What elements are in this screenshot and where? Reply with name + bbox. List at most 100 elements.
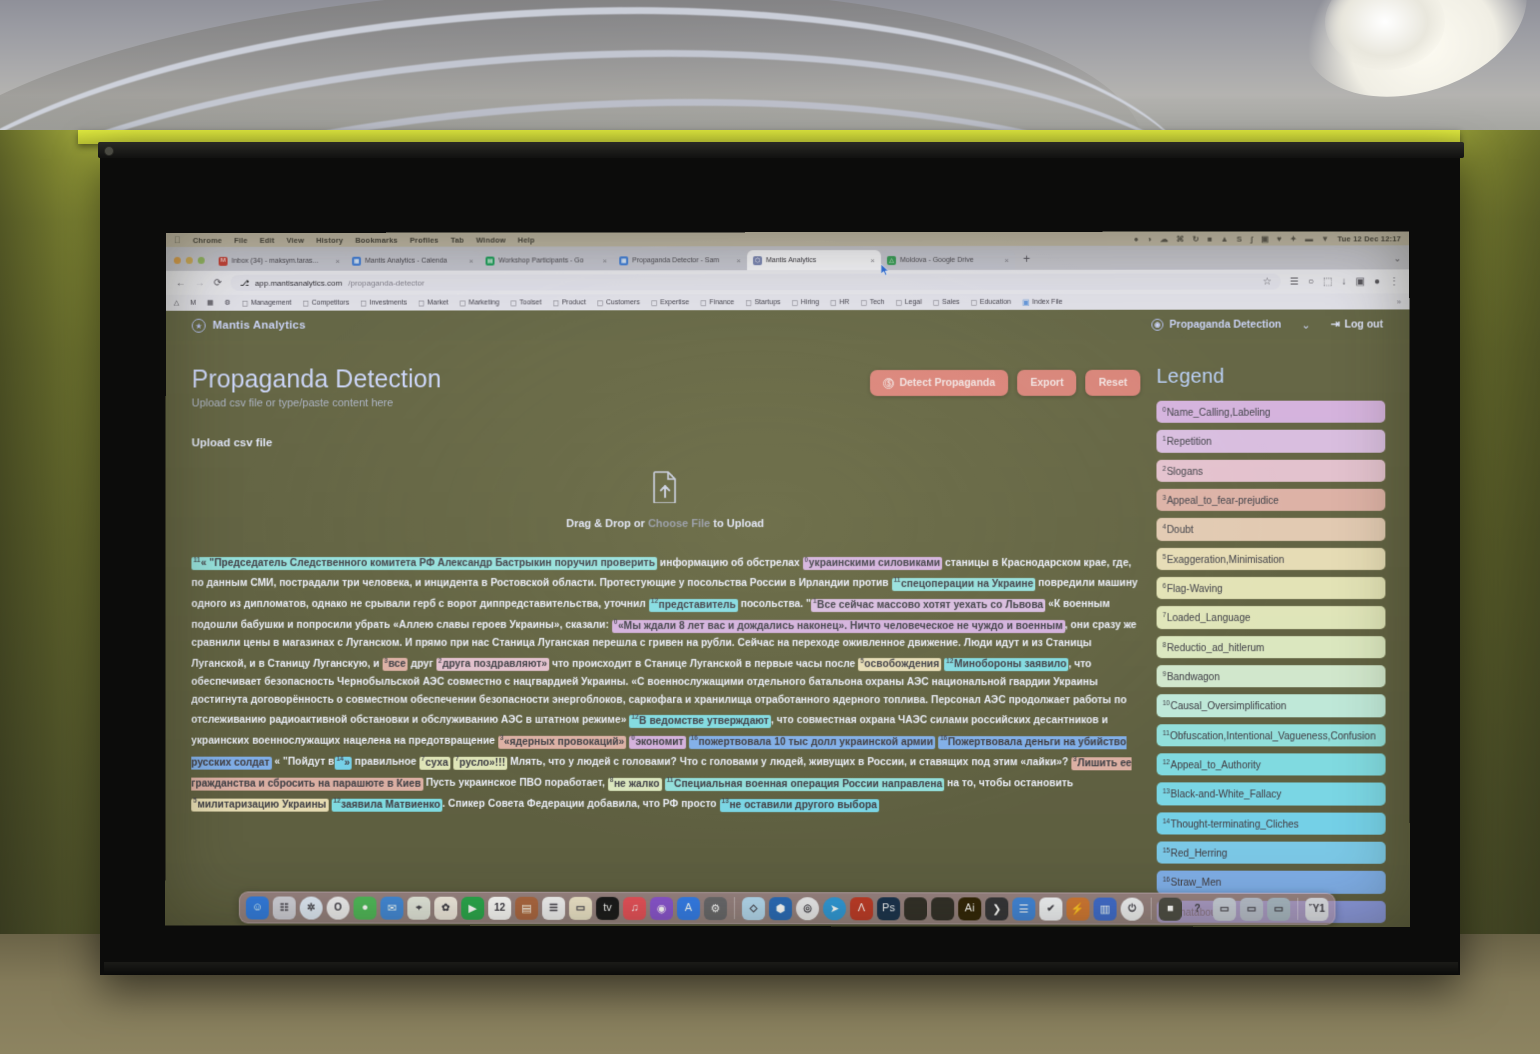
- dictionary-icon[interactable]: ▥: [1093, 897, 1117, 921]
- logout-button[interactable]: ⇥ Log out: [1331, 318, 1384, 330]
- mail-icon[interactable]: ✉: [380, 896, 404, 920]
- bookmark-tech[interactable]: ◻ Tech: [860, 298, 884, 307]
- export-button[interactable]: Export: [1017, 369, 1077, 396]
- detect-propaganda-button[interactable]: Ⓢ Detect Propaganda: [870, 369, 1009, 396]
- status-icon-7[interactable]: S: [1237, 234, 1243, 243]
- propaganda-span[interactable]: 0украинскими силовиками: [802, 556, 943, 570]
- status-icon-11[interactable]: ✦: [1290, 234, 1297, 243]
- sidepanel-icon[interactable]: ▣: [1356, 276, 1366, 287]
- bookmark-sales[interactable]: ◻ Sales: [933, 297, 960, 306]
- tab-close-icon[interactable]: ×: [603, 256, 608, 265]
- legend-item[interactable]: 3Appeal_to_fear-prejudice: [1156, 488, 1386, 512]
- file-dropzone[interactable]: Drag & Drop or Choose File to Upload: [191, 470, 1140, 530]
- menu-item-tab[interactable]: Tab: [451, 235, 464, 244]
- legend-item[interactable]: 7Loaded_Language: [1156, 606, 1386, 629]
- bookmark-expertise[interactable]: ◻ Expertise: [651, 298, 689, 307]
- legend-item[interactable]: 4Doubt: [1156, 518, 1386, 541]
- site-info-icon[interactable]: ⎇: [240, 278, 249, 287]
- chevron-down-icon[interactable]: ⌄: [1301, 318, 1310, 331]
- tab-search-chevron-down-icon[interactable]: ⌄: [1386, 253, 1410, 269]
- propaganda-span[interactable]: 11спецоперации на Украине: [891, 577, 1036, 591]
- bookmark-hr[interactable]: ◻ HR: [830, 298, 849, 307]
- propaganda-span[interactable]: 7суха: [419, 756, 451, 770]
- bookmark-startups[interactable]: ◻ Startups: [745, 298, 780, 307]
- legend-item[interactable]: 9Bandwagon: [1156, 665, 1386, 688]
- bookmark-management[interactable]: ◻ Management: [242, 298, 292, 307]
- help-icon[interactable]: ?: [1186, 897, 1209, 920]
- tab-close-icon[interactable]: ×: [1004, 255, 1009, 264]
- status-icon-0[interactable]: ●: [1134, 234, 1139, 243]
- bookmark-marketing[interactable]: ◻ Marketing: [459, 298, 499, 307]
- app-dark-2-icon[interactable]: [931, 896, 955, 920]
- status-icon-10[interactable]: ♥: [1277, 234, 1282, 243]
- bookmark-investments[interactable]: ◻ Investments: [360, 298, 407, 307]
- acrobat-icon[interactable]: Λ: [850, 896, 874, 920]
- menu-item-edit[interactable]: Edit: [260, 235, 275, 244]
- bookmark-star-icon[interactable]: ☆: [1263, 276, 1272, 287]
- status-icon-6[interactable]: ▲: [1220, 234, 1228, 243]
- menu-item-profiles[interactable]: Profiles: [410, 235, 439, 244]
- propaganda-span[interactable]: 14»: [334, 756, 352, 770]
- vscode-icon[interactable]: ⬢: [768, 896, 792, 920]
- menu-item-chrome[interactable]: Chrome: [193, 235, 222, 244]
- propaganda-span[interactable]: 12В ведомстве утверждают: [629, 714, 771, 728]
- reminders-icon[interactable]: ☰: [542, 896, 566, 920]
- propaganda-span[interactable]: 11« "Председатель Следственного комитета…: [191, 557, 658, 570]
- appstore-icon[interactable]: A: [676, 896, 700, 920]
- propaganda-span[interactable]: 12Минобороны заявило: [944, 658, 1069, 672]
- legend-item[interactable]: 11Obfuscation,Intentional_Vagueness,Conf…: [1156, 723, 1386, 747]
- appletv-icon[interactable]: tv: [596, 896, 620, 920]
- legend-item[interactable]: 8Reductio_ad_hitlerum: [1156, 635, 1386, 659]
- status-icon-12[interactable]: ▬: [1305, 234, 1313, 243]
- forward-arrow-icon[interactable]: →: [195, 277, 205, 288]
- apple-logo-icon[interactable]: : [174, 235, 181, 245]
- notes-icon[interactable]: ▭: [569, 896, 593, 920]
- close-window-button[interactable]: [173, 256, 181, 264]
- browser-tab[interactable]: △ Moldova - Google Drive ×: [880, 249, 1016, 271]
- propaganda-span[interactable]: 0экономит: [629, 735, 686, 749]
- calendar-icon[interactable]: 12: [488, 896, 512, 920]
- bookmark-icon-1[interactable]: M: [190, 299, 196, 306]
- browser-tab[interactable]: ▦ Propaganda Detector - Sam ×: [613, 250, 748, 271]
- status-icon-3[interactable]: ⌘: [1176, 234, 1184, 243]
- choose-file-link[interactable]: Choose File: [648, 518, 710, 530]
- browser-tab[interactable]: M Inbox (34) - maksym.taras... ×: [212, 250, 347, 271]
- dropbox-icon[interactable]: ◇: [741, 896, 765, 920]
- chrome-icon[interactable]: ◎: [795, 896, 820, 920]
- minimize-window-button[interactable]: [185, 256, 193, 264]
- bookmarks-overflow-icon[interactable]: »: [1397, 297, 1401, 306]
- propaganda-span[interactable]: 16пожертвовала 10 тыс долл украинской ар…: [688, 735, 936, 749]
- bolt-icon[interactable]: ⚡: [1066, 897, 1090, 921]
- status-icon-5[interactable]: ■: [1207, 234, 1212, 243]
- reset-button[interactable]: Reset: [1085, 369, 1141, 396]
- tab-close-icon[interactable]: ×: [335, 256, 340, 265]
- legend-item[interactable]: 12Appeal_to_Authority: [1156, 753, 1386, 776]
- maximize-window-button[interactable]: [197, 256, 205, 264]
- bookmark-index-file[interactable]: ▣ Index File: [1022, 297, 1063, 306]
- propaganda-span[interactable]: 3все: [382, 658, 408, 672]
- status-icon-9[interactable]: ▣: [1261, 234, 1269, 243]
- menu-item-help[interactable]: Help: [518, 235, 535, 244]
- chrome-menu-icon[interactable]: ⋮: [1389, 276, 1399, 287]
- status-icon-8[interactable]: ʃ: [1250, 234, 1253, 243]
- todo-icon[interactable]: ✔: [1039, 896, 1063, 921]
- menu-item-view[interactable]: View: [287, 235, 305, 244]
- menu-bar-clock[interactable]: Tue 12 Dec 12:17: [1337, 234, 1401, 243]
- legend-item[interactable]: 1Repetition: [1156, 430, 1386, 453]
- browser-tab[interactable]: ▤ Workshop Participants - Go ×: [479, 250, 614, 271]
- propaganda-span[interactable]: 3«ядерных провокаций»: [497, 735, 627, 749]
- browser-tab-active[interactable]: ⬡ Mantis Analytics ×: [747, 250, 881, 271]
- menu-item-bookmarks[interactable]: Bookmarks: [355, 235, 397, 244]
- tab-close-icon[interactable]: ×: [736, 256, 741, 265]
- propaganda-span[interactable]: 2друга поздравляют»: [436, 658, 550, 672]
- menu-item-file[interactable]: File: [234, 235, 248, 244]
- power-icon[interactable]: ⏻: [1120, 897, 1144, 921]
- facetime-icon[interactable]: ▶: [461, 896, 485, 920]
- status-icon-1[interactable]: ◑: [1147, 234, 1152, 243]
- legend-item[interactable]: 2Slogans: [1156, 459, 1386, 482]
- legend-item[interactable]: 14Thought-terminating_Cliches: [1156, 812, 1386, 835]
- propaganda-span[interactable]: 5освобождения: [858, 658, 942, 672]
- maps-icon[interactable]: ⌖: [407, 896, 431, 920]
- bookmark-icon-3[interactable]: ⚙: [224, 299, 230, 307]
- brand-logo[interactable]: ★ Mantis Analytics: [191, 318, 306, 333]
